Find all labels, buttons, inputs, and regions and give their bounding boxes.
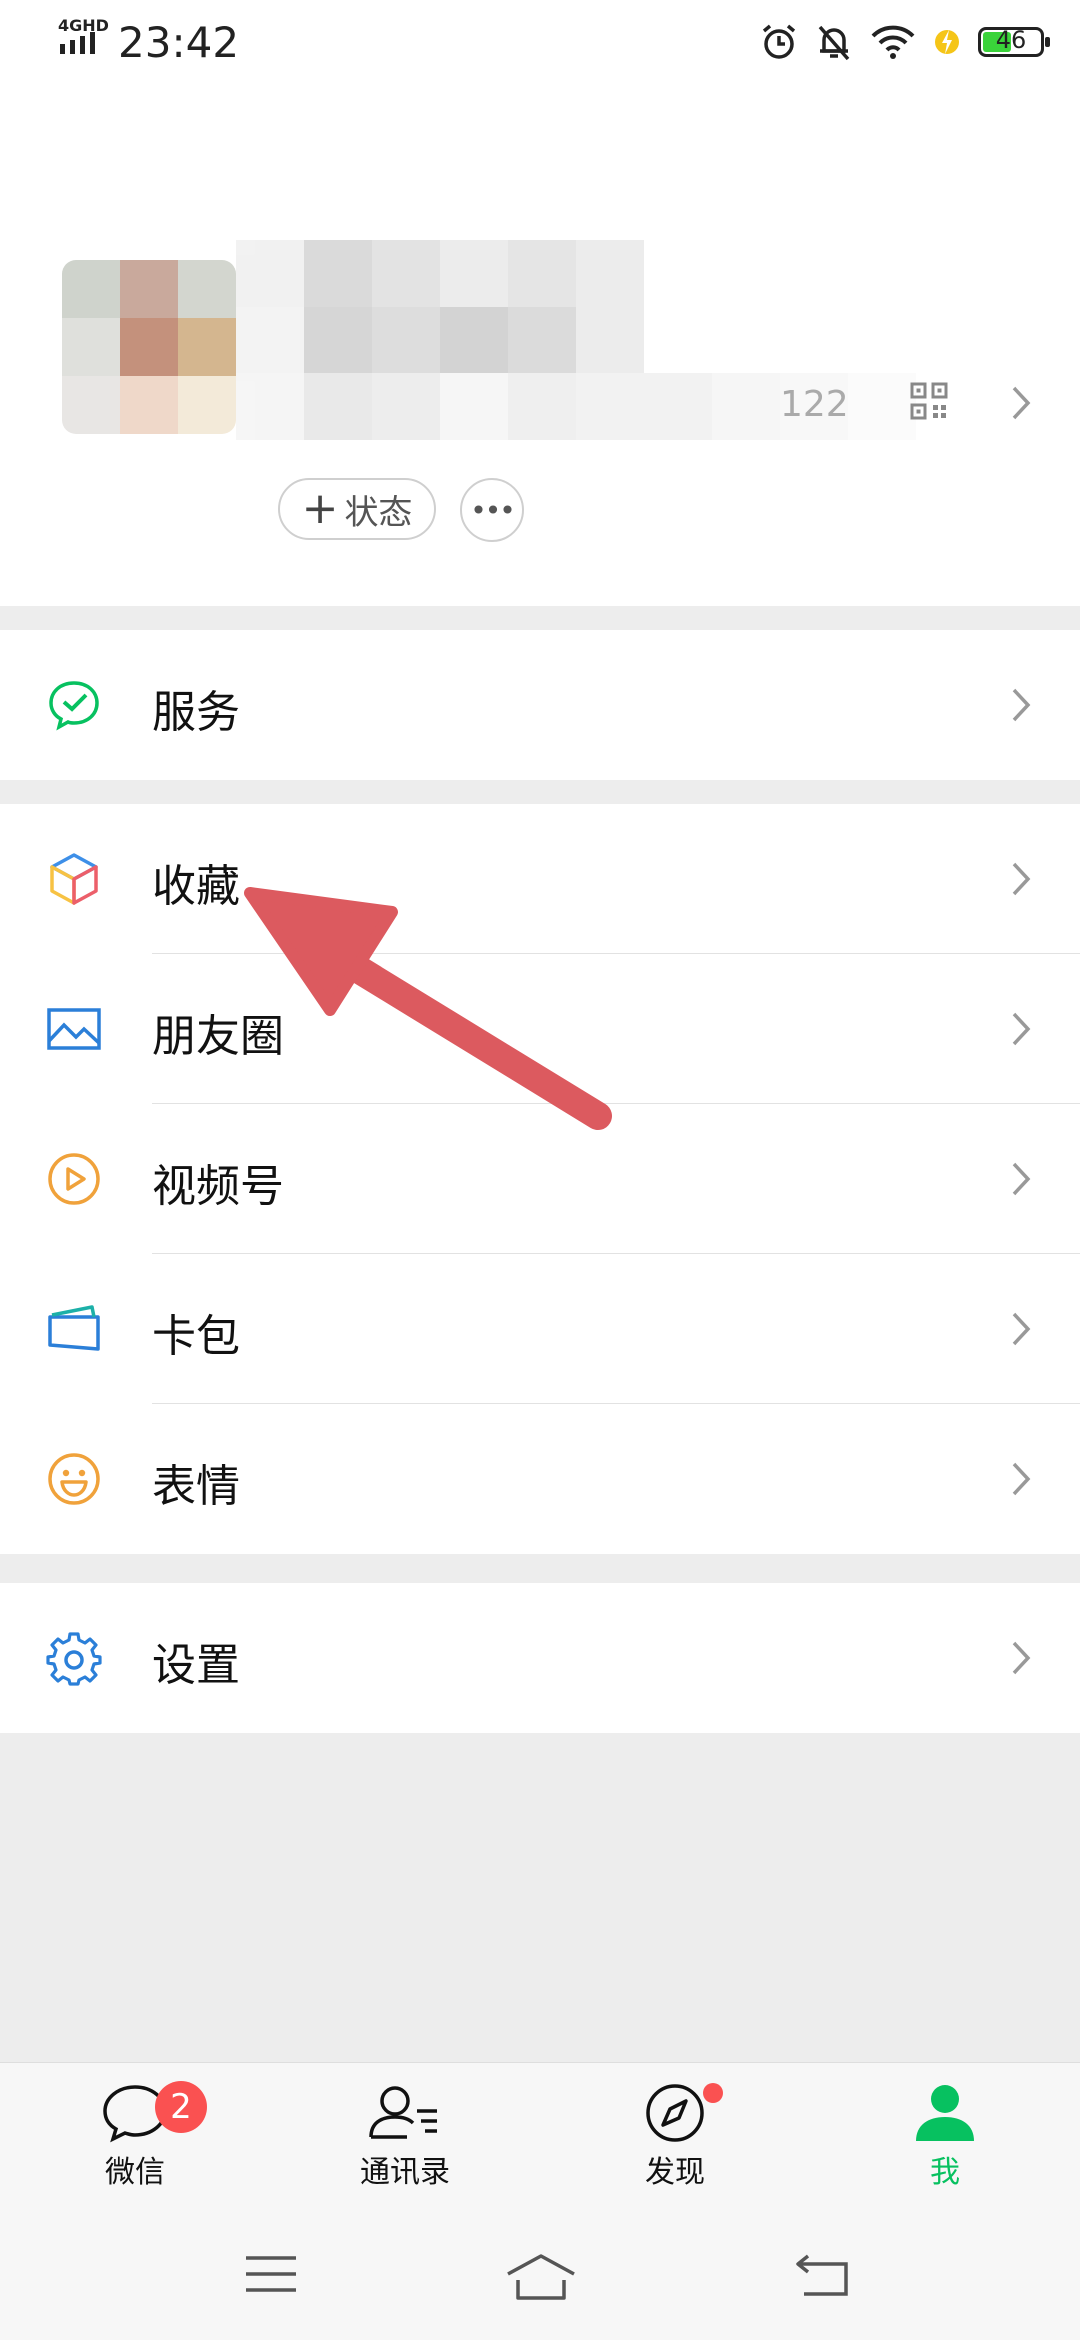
clock: 23:42 — [118, 18, 240, 67]
me-person-icon — [916, 2085, 974, 2141]
wifi-icon — [871, 25, 915, 59]
discover-new-dot — [703, 2083, 723, 2103]
tab-contacts[interactable]: 通讯录 — [315, 2081, 495, 2191]
chevron-right-icon — [1012, 688, 1031, 722]
card-wallet-icon — [48, 1305, 100, 1351]
settings-gear-icon — [46, 1632, 102, 1686]
stickers-smiley-icon — [48, 1453, 100, 1505]
chevron-right-icon — [1012, 1162, 1031, 1196]
chevron-right-icon — [1012, 1012, 1031, 1046]
chevron-right-icon[interactable] — [1010, 384, 1032, 422]
qr-code-icon[interactable] — [910, 382, 948, 420]
unread-badge: 2 — [155, 2081, 207, 2133]
contacts-person-icon — [369, 2086, 437, 2139]
moments-picture-icon — [47, 1008, 101, 1050]
tab-bar: 2 微信 通讯录 发现 我 — [0, 2062, 1080, 2223]
wechat-id-tail: 122 — [780, 384, 849, 425]
profile-header[interactable]: 122 + 状态 ••• — [0, 84, 1080, 606]
tab-label-discover: 发现 — [645, 2155, 705, 2190]
back-icon[interactable] — [794, 2252, 850, 2298]
menu-item-favorites[interactable]: 收藏 — [0, 804, 1080, 954]
tab-label-contacts: 通讯录 — [360, 2155, 450, 2190]
system-nav-bar — [0, 2222, 1080, 2340]
menu-label-service: 服务 — [152, 687, 240, 738]
menu-item-moments[interactable]: 朋友圈 — [0, 954, 1080, 1104]
menu-label-channels: 视频号 — [152, 1161, 284, 1212]
tab-chats[interactable]: 2 微信 — [45, 2081, 225, 2191]
menu-item-stickers[interactable]: 表情 — [0, 1404, 1080, 1554]
service-check-icon — [49, 681, 99, 731]
plus-icon: + — [301, 483, 339, 534]
home-icon[interactable] — [506, 2252, 576, 2302]
tab-label-chats: 微信 — [105, 2155, 165, 2190]
tab-discover[interactable]: 发现 — [585, 2081, 765, 2191]
channels-play-icon — [48, 1153, 100, 1205]
menu-item-channels[interactable]: 视频号 — [0, 1104, 1080, 1254]
add-status-button[interactable]: + 状态 — [278, 478, 436, 540]
more-status-button[interactable]: ••• — [460, 478, 524, 542]
chevron-right-icon — [1012, 1312, 1031, 1346]
compass-icon — [646, 2084, 704, 2142]
network-type: 4GHD — [58, 16, 109, 35]
signal-icon: 4GHD — [58, 16, 109, 58]
menu-label-cards: 卡包 — [152, 1311, 240, 1362]
tab-label-me: 我 — [930, 2155, 960, 2190]
chevron-right-icon — [1012, 1641, 1031, 1675]
menu-item-cards[interactable]: 卡包 — [0, 1254, 1080, 1404]
menu-item-service[interactable]: 服务 — [0, 630, 1080, 780]
tab-me[interactable]: 我 — [855, 2081, 1035, 2191]
avatar[interactable] — [62, 260, 236, 434]
menu-label-settings: 设置 — [152, 1640, 240, 1691]
favorites-cube-icon — [50, 853, 98, 905]
status-bar: 4GHD 23:42 46 — [0, 0, 1080, 84]
group-settings: 设置 — [0, 1583, 1080, 1733]
battery-icon: 46 — [978, 26, 1050, 57]
status-button-label: 状态 — [344, 492, 413, 533]
charging-icon — [935, 30, 959, 54]
menu-label-stickers: 表情 — [152, 1461, 240, 1512]
menu-item-settings[interactable]: 设置 — [0, 1583, 1080, 1733]
menu-lines-icon[interactable] — [244, 2252, 298, 2296]
menu-label-favorites: 收藏 — [152, 861, 240, 912]
mute-icon — [818, 25, 850, 61]
group-main: 收藏 朋友圈 视频号 卡包 表情 — [0, 804, 1080, 1554]
menu-label-moments: 朋友圈 — [152, 1011, 284, 1062]
group-service: 服务 — [0, 630, 1080, 780]
chevron-right-icon — [1012, 1462, 1031, 1496]
alarm-icon — [762, 24, 796, 59]
battery-level: 46 — [995, 26, 1027, 54]
chevron-right-icon — [1012, 862, 1031, 896]
